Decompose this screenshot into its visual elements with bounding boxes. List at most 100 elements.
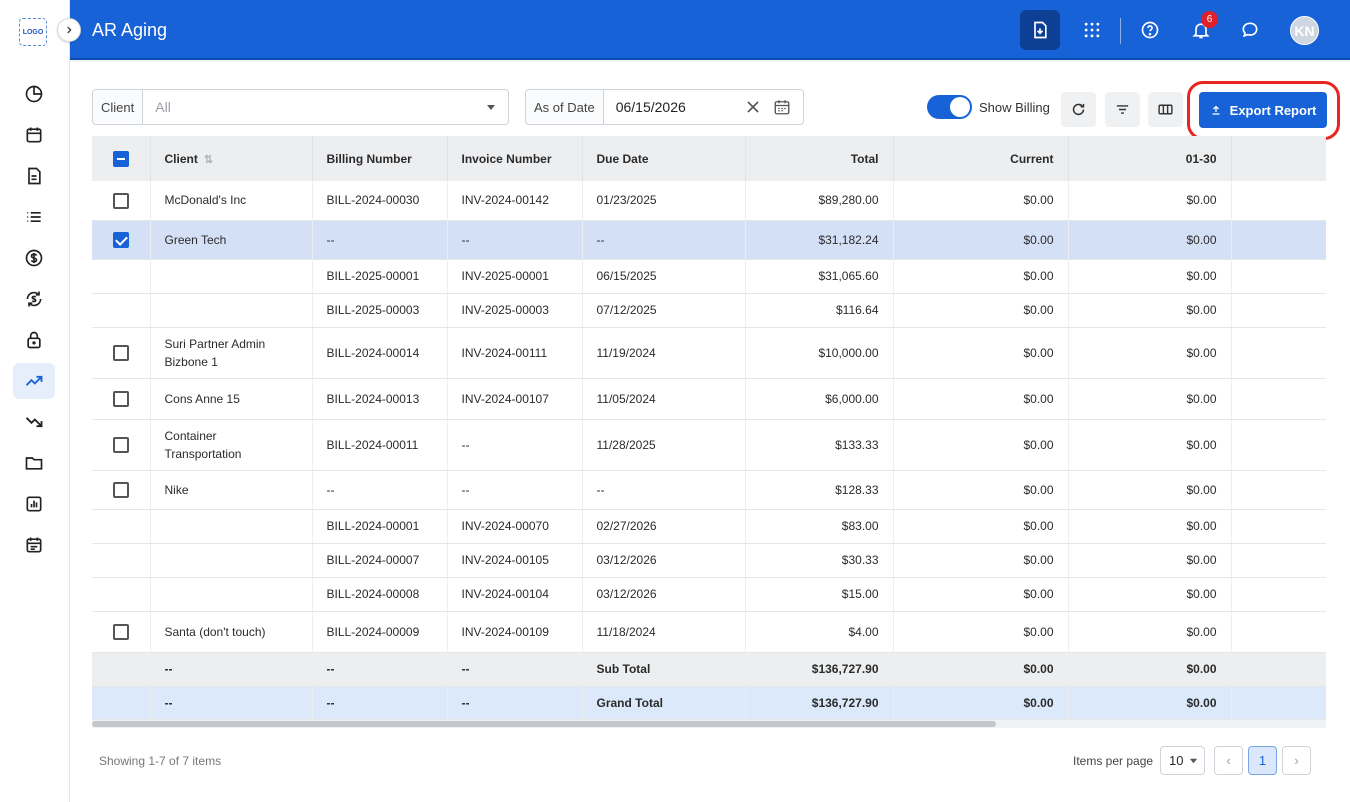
sidebar-item-reports[interactable]	[13, 486, 55, 522]
show-billing-toggle[interactable]	[927, 95, 972, 119]
sidebar-item-ap-aging[interactable]	[13, 404, 55, 440]
dollar-circle-icon	[25, 249, 43, 267]
as-of-date-input[interactable]: 06/15/2026	[604, 98, 803, 116]
cell-01-30: $0.00	[1068, 470, 1232, 510]
apps-button[interactable]	[1072, 10, 1112, 50]
table-subrow[interactable]: BILL-2025-00003 INV-2025-00003 07/12/202…	[92, 293, 1326, 328]
cell-billing-number: BILL-2024-00014	[312, 327, 448, 379]
table-row[interactable]: Nike -- -- -- $128.33 $0.00 $0.00	[92, 470, 1326, 510]
cell-current: $0.00	[893, 652, 1069, 687]
items-per-page-value: 10	[1169, 753, 1184, 768]
table-row[interactable]: Green Tech -- -- -- $31,182.24 $0.00 $0.…	[92, 220, 1326, 260]
sidebar-item-ar-aging[interactable]	[13, 363, 55, 399]
pie-chart-icon	[25, 85, 43, 103]
dollar-sync-icon	[26, 291, 42, 307]
cell-client	[150, 259, 313, 294]
cell-client: Green Tech	[150, 220, 313, 260]
sort-icon[interactable]: ⇅	[204, 154, 213, 166]
cell-invoice-number: --	[447, 652, 583, 687]
page-button-current[interactable]: 1	[1248, 746, 1277, 775]
sidebar-collapse-button[interactable]	[57, 18, 81, 42]
table-subrow[interactable]: BILL-2025-00001 INV-2025-00001 06/15/202…	[92, 259, 1326, 294]
columns-button[interactable]	[1148, 92, 1183, 127]
cell-01-30: $0.00	[1068, 293, 1232, 328]
cell-billing-number: BILL-2025-00001	[312, 259, 448, 294]
table-row[interactable]: Suri Partner Admin Bizbone 1 BILL-2024-00…	[92, 327, 1326, 379]
sidebar-item-calendar[interactable]	[13, 117, 55, 153]
sidebar-item-payments[interactable]	[13, 240, 55, 276]
export-report-button[interactable]: Export Report	[1199, 92, 1327, 128]
table-row[interactable]: Cons Anne 15 BILL-2024-00013 INV-2024-00…	[92, 378, 1326, 420]
column-header-01-30[interactable]: 01-30	[1068, 136, 1232, 181]
cell-current: $0.00	[893, 419, 1069, 471]
notifications-button[interactable]: 6	[1181, 10, 1221, 50]
row-checkbox[interactable]	[112, 437, 129, 454]
help-button[interactable]	[1130, 10, 1170, 50]
table-subrow[interactable]: BILL-2024-00001 INV-2024-00070 02/27/202…	[92, 509, 1326, 544]
top-header: AR Aging 6 KN	[70, 0, 1350, 60]
help-circle-icon	[1141, 21, 1159, 39]
as-of-date-label: As of Date	[526, 90, 604, 124]
sidebar-item-folders[interactable]	[13, 445, 55, 481]
user-avatar[interactable]: KN	[1290, 16, 1319, 45]
sidebar-item-recurring[interactable]	[13, 281, 55, 317]
cell-current: $0.00	[893, 509, 1069, 544]
table-row[interactable]: Container Transportation BILL-2024-00011 …	[92, 419, 1326, 471]
row-checkbox[interactable]	[112, 482, 129, 499]
sidebar-item-security[interactable]	[13, 322, 55, 358]
cell-invoice-number: INV-2024-00107	[447, 378, 583, 420]
app-logo[interactable]: LOGO	[19, 18, 47, 46]
trending-up-icon	[25, 375, 43, 386]
table-row[interactable]: McDonald's Inc BILL-2024-00030 INV-2024-…	[92, 181, 1326, 221]
table-subrow[interactable]: BILL-2024-00007 INV-2024-00105 03/12/202…	[92, 543, 1326, 578]
cell-invoice-number: --	[447, 419, 583, 471]
table-subrow[interactable]: BILL-2024-00008 INV-2024-00104 03/12/202…	[92, 577, 1326, 612]
lock-icon	[27, 331, 41, 349]
column-header-billing-number[interactable]: Billing Number	[312, 136, 448, 181]
calendar-picker-icon[interactable]	[773, 98, 791, 116]
column-header-current[interactable]: Current	[893, 136, 1069, 181]
row-checkbox[interactable]	[112, 624, 129, 641]
column-header-due-date[interactable]: Due Date	[582, 136, 746, 181]
cell-total: $4.00	[745, 611, 894, 653]
scrollbar-thumb[interactable]	[92, 721, 996, 727]
cell-01-30: $0.00	[1068, 327, 1232, 379]
column-header-invoice-number[interactable]: Invoice Number	[447, 136, 583, 181]
column-header-total[interactable]: Total	[745, 136, 894, 181]
sidebar-item-schedule[interactable]	[13, 527, 55, 563]
download-button[interactable]	[1020, 10, 1060, 50]
items-per-page-select[interactable]: 10	[1160, 746, 1205, 775]
row-checkbox[interactable]	[112, 345, 129, 362]
cell-invoice-number: INV-2024-00109	[447, 611, 583, 653]
cell-invoice-number: INV-2025-00003	[447, 293, 583, 328]
as-of-date-filter[interactable]: As of Date 06/15/2026	[525, 89, 804, 125]
sidebar-item-dashboard[interactable]	[13, 76, 55, 112]
next-page-button[interactable]: ›	[1282, 746, 1311, 775]
cell-billing-number: BILL-2024-00013	[312, 378, 448, 420]
cell-client: Nike	[150, 470, 313, 510]
chat-bubble-icon	[1242, 22, 1258, 38]
client-select[interactable]: All	[143, 99, 508, 115]
row-checkbox[interactable]	[112, 193, 129, 210]
client-filter[interactable]: Client All	[92, 89, 509, 125]
table-row[interactable]: Santa (don't touch) BILL-2024-00009 INV-…	[92, 611, 1326, 653]
row-checkbox[interactable]	[112, 391, 129, 408]
row-checkbox[interactable]	[112, 232, 129, 249]
sidebar-item-list[interactable]	[13, 199, 55, 235]
refresh-button[interactable]	[1061, 92, 1096, 127]
notification-badge: 6	[1201, 11, 1218, 28]
filter-button[interactable]	[1105, 92, 1140, 127]
prev-page-button[interactable]: ‹	[1214, 746, 1243, 775]
grand-total-row: -- -- -- Grand Total $136,727.90 $0.00 $…	[92, 686, 1326, 720]
sidebar-nav	[0, 76, 70, 568]
horizontal-scrollbar[interactable]	[92, 720, 1326, 728]
cell-client: Container Transportation	[150, 419, 313, 471]
clear-icon[interactable]	[747, 101, 759, 113]
cell-total: $89,280.00	[745, 181, 894, 221]
sidebar-item-documents[interactable]	[13, 158, 55, 194]
cell-client: Suri Partner Admin Bizbone 1	[150, 327, 313, 379]
chat-button[interactable]	[1230, 10, 1270, 50]
select-all-checkbox[interactable]	[112, 150, 129, 167]
cell-due-date: 06/15/2025	[582, 259, 746, 294]
column-header-client[interactable]: Client ⇅	[150, 136, 313, 181]
